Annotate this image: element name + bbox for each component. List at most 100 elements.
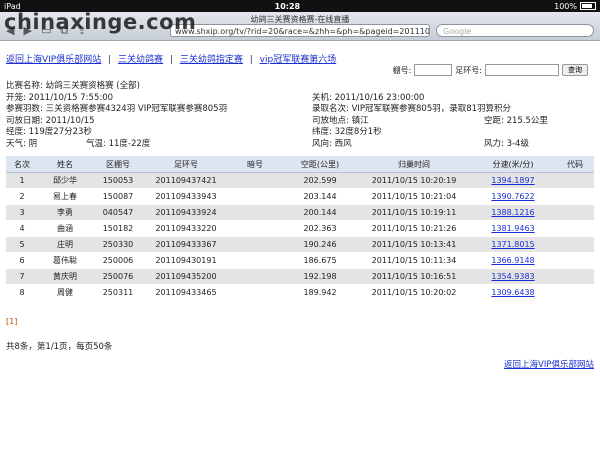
speed-link[interactable]: 1390.7622: [491, 192, 534, 201]
link-three-gate[interactable]: 三关幼鸽赛: [118, 55, 163, 65]
name: 庄明: [38, 236, 92, 253]
pager: [1]: [6, 317, 594, 326]
rank: 8: [6, 284, 38, 301]
col-code2: 代码: [556, 156, 594, 173]
speed: 1388.1216: [470, 204, 556, 221]
table-row: 6 葛伟聪 250006 201109430191 186.675 2011/1…: [6, 252, 594, 269]
code: [228, 204, 282, 221]
ring: 201109437421: [144, 172, 228, 189]
wind-direction: 风向: 西风: [312, 138, 352, 149]
ring: 201109433367: [144, 236, 228, 253]
speed-link[interactable]: 1388.1216: [491, 208, 534, 217]
name: 李勇: [38, 204, 92, 221]
rank: 3: [6, 204, 38, 221]
table-row: 1 邱少华 150053 201109437421 202.599 2011/1…: [6, 172, 594, 189]
rank: 1: [6, 172, 38, 189]
speed: 1394.1897: [470, 172, 556, 189]
code2: [556, 220, 594, 237]
speed: 1371.8015: [470, 236, 556, 253]
race-info: 比赛名称: 幼鸽三关赛资格赛 (全部) 开笼: 2011/10/15 7:55:…: [6, 81, 594, 150]
loft: 250076: [92, 268, 144, 285]
clock: 10:28: [274, 1, 301, 11]
speed-link[interactable]: 1381.9463: [491, 224, 534, 233]
page-1-link[interactable]: [1]: [6, 317, 17, 326]
code2: [556, 236, 594, 253]
battery-area: 100%: [554, 2, 596, 11]
ring-input[interactable]: [414, 64, 453, 76]
ring: 201109433943: [144, 188, 228, 205]
rank: 6: [6, 252, 38, 269]
table-row: 8 周健 250311 201109433465 189.942 2011/10…: [6, 284, 594, 301]
table-header-row: 名次 姓名 区棚号 足环号 暗号 空距(公里) 归巢时间 分速(米/分) 代码: [6, 156, 594, 173]
table-row: 5 庄明 250330 201109433367 190.246 2011/10…: [6, 236, 594, 253]
distance: 202.363: [282, 220, 358, 237]
ring: 201109435200: [144, 268, 228, 285]
speed: 1390.7622: [470, 188, 556, 205]
rank: 2: [6, 188, 38, 205]
query-button[interactable]: 查询: [562, 64, 588, 76]
code: [228, 188, 282, 205]
ring: 201109433220: [144, 220, 228, 237]
col-code: 暗号: [228, 156, 282, 173]
code: [228, 252, 282, 269]
google-search-field[interactable]: Google: [436, 24, 594, 37]
ring: 201109433465: [144, 284, 228, 301]
speed: 1354.9383: [470, 268, 556, 285]
arrival: 2011/10/15 10:13:41: [358, 236, 470, 253]
code2: [556, 284, 594, 301]
open-time: 开笼: 2011/10/15 7:55:00: [6, 92, 114, 103]
arrival: 2011/10/15 10:20:19: [358, 172, 470, 189]
speed-link[interactable]: 1394.1897: [491, 176, 534, 185]
rank: 4: [6, 220, 38, 237]
speed-link[interactable]: 1366.9148: [491, 256, 534, 265]
weather: 天气: 阴: [6, 138, 38, 149]
loft: 040547: [92, 204, 144, 221]
code: [228, 220, 282, 237]
col-arrival: 归巢时间: [358, 156, 470, 173]
distance: 203.144: [282, 188, 358, 205]
release-date: 司放日期: 2011/10/15: [6, 115, 95, 126]
distance: 200.144: [282, 204, 358, 221]
col-name: 姓名: [38, 156, 92, 173]
loft: 250311: [92, 284, 144, 301]
speed: 1366.9148: [470, 252, 556, 269]
distance: 186.675: [282, 252, 358, 269]
rank: 5: [6, 236, 38, 253]
link-three-gate-designated[interactable]: 三关幼鸽指定赛: [180, 55, 243, 65]
battery-percent: 100%: [554, 1, 577, 11]
table-row: 2 易上春 150087 201109433943 203.144 2011/1…: [6, 188, 594, 205]
return-club-link-bottom[interactable]: 返回上海VIP俱乐部网站: [504, 358, 594, 370]
name: 曲涵: [38, 220, 92, 237]
loft: 150182: [92, 220, 144, 237]
code2: [556, 268, 594, 285]
code: [228, 172, 282, 189]
loft: 250006: [92, 252, 144, 269]
code: [228, 236, 282, 253]
speed-link[interactable]: 1371.8015: [491, 240, 534, 249]
distance: 192.198: [282, 268, 358, 285]
speed-link[interactable]: 1309.6438: [491, 288, 534, 297]
distance: 190.246: [282, 236, 358, 253]
col-rank: 名次: [6, 156, 38, 173]
speed-link[interactable]: 1354.9383: [491, 272, 534, 281]
col-speed: 分速(米/分): [470, 156, 556, 173]
latitude: 纬度: 32度8分1秒: [312, 127, 382, 137]
ring: 201109433924: [144, 204, 228, 221]
table-row: 7 黄庆明 250076 201109435200 192.198 2011/1…: [6, 268, 594, 285]
link-vip-league[interactable]: vip冠军联赛第六场: [260, 55, 337, 65]
foot-ring-input[interactable]: [485, 64, 559, 76]
code2: [556, 172, 594, 189]
speed: 1381.9463: [470, 220, 556, 237]
link-return-club[interactable]: 返回上海VIP俱乐部网站: [6, 55, 101, 65]
name: 黄庆明: [38, 268, 92, 285]
name: 周健: [38, 284, 92, 301]
distance: 189.942: [282, 284, 358, 301]
longitude: 经度: 119度27分23秒: [6, 127, 92, 137]
name: 易上春: [38, 188, 92, 205]
release-place: 司放地点: 镇江: [312, 115, 369, 126]
watermark-logo: chinaxinge.com: [4, 10, 197, 34]
url-field[interactable]: www.shxip.org/tv/?rid=20&race=&zhh=&ph=&…: [170, 24, 430, 37]
foot-label: 足环号:: [455, 65, 482, 75]
ring-label: 棚号:: [392, 65, 412, 75]
loft: 150087: [92, 188, 144, 205]
